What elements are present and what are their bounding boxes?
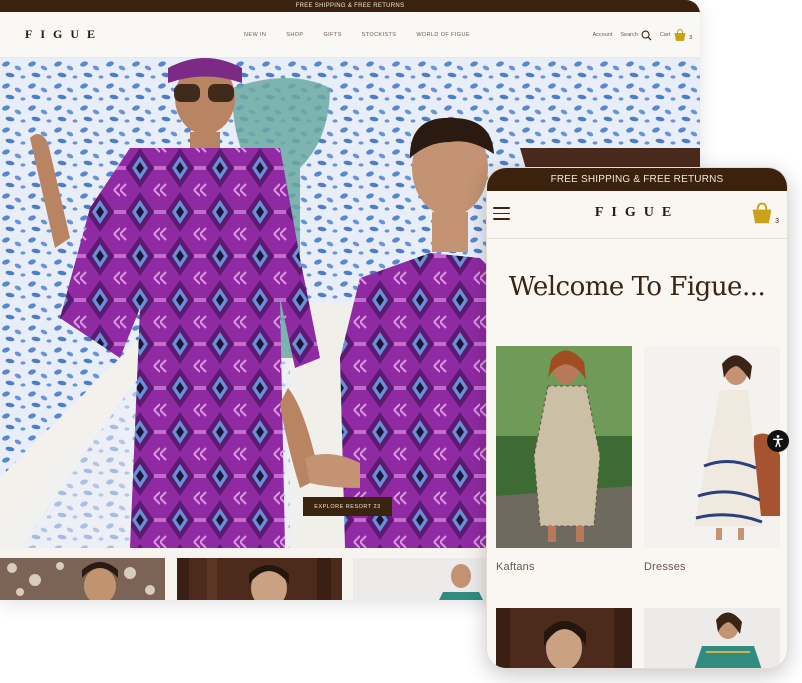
nav-item-shop[interactable]: SHOP [286,32,303,38]
search-icon [641,30,652,41]
category-card-4[interactable] [644,608,780,668]
cart-count-badge: 3 [689,35,692,41]
shopping-bag-icon [674,28,686,41]
search-button[interactable]: Search [620,30,652,41]
category-thumb-2[interactable] [177,558,342,600]
nav-item-new-in[interactable]: NEW IN [244,32,266,38]
desktop-header-actions: Account Search Cart 3 [593,12,692,58]
mobile-cart-button[interactable]: 3 [750,201,779,225]
account-link[interactable]: Account [593,32,613,38]
category-thumb-1[interactable] [0,558,165,600]
cart-label: Cart [659,32,671,38]
category-card-dresses[interactable]: Dresses [644,346,780,573]
explore-resort-button[interactable]: EXPLORE RESORT 23 [303,497,392,516]
category-card-dresses-image [644,346,780,548]
category-card-4-image [644,608,780,668]
desktop-announcement-bar: FREE SHIPPING & FREE RETURNS [0,0,700,12]
nav-item-world-of-figue[interactable]: WORLD OF FIGUE [416,32,470,38]
cart-button[interactable]: Cart 3 [660,28,692,42]
category-label-dresses: Dresses [644,561,686,573]
category-thumb-3[interactable] [353,558,493,600]
category-card-3[interactable] [496,608,632,668]
accessibility-button[interactable] [767,430,789,452]
category-thumb-3-image [353,558,493,600]
kaftans-illustration [496,346,632,548]
mobile-logo[interactable]: FIGUE [487,205,787,221]
dresses-illustration [644,346,780,548]
desktop-main-nav: NEW IN SHOP GIFTS STOCKISTS WORLD OF FIG… [244,12,490,58]
category-thumb-2-image [177,558,342,600]
search-label: Search [620,32,638,38]
nav-item-stockists[interactable]: STOCKISTS [362,32,397,38]
shopping-bag-icon [752,202,772,224]
desktop-header: FIGUE NEW IN SHOP GIFTS STOCKISTS WORLD … [0,12,700,58]
desktop-logo[interactable]: FIGUE [25,27,103,42]
mobile-mockup: FREE SHIPPING & FREE RETURNS FIGUE 3 Wel… [486,167,788,669]
category-card-3-image [496,608,632,668]
category-thumb-1-image [0,558,165,600]
welcome-heading: Welcome To Figue... [508,272,766,302]
accessibility-icon [773,435,783,448]
category-card-kaftans-image [496,346,632,548]
nav-item-gifts[interactable]: GIFTS [323,32,341,38]
category-label-kaftans: Kaftans [496,561,535,573]
mobile-cart-count-badge: 3 [775,218,779,225]
mobile-announcement-bar: FREE SHIPPING & FREE RETURNS [487,168,787,191]
mobile-header: FIGUE 3 [487,191,787,239]
category-card-kaftans[interactable]: Kaftans [496,346,632,573]
